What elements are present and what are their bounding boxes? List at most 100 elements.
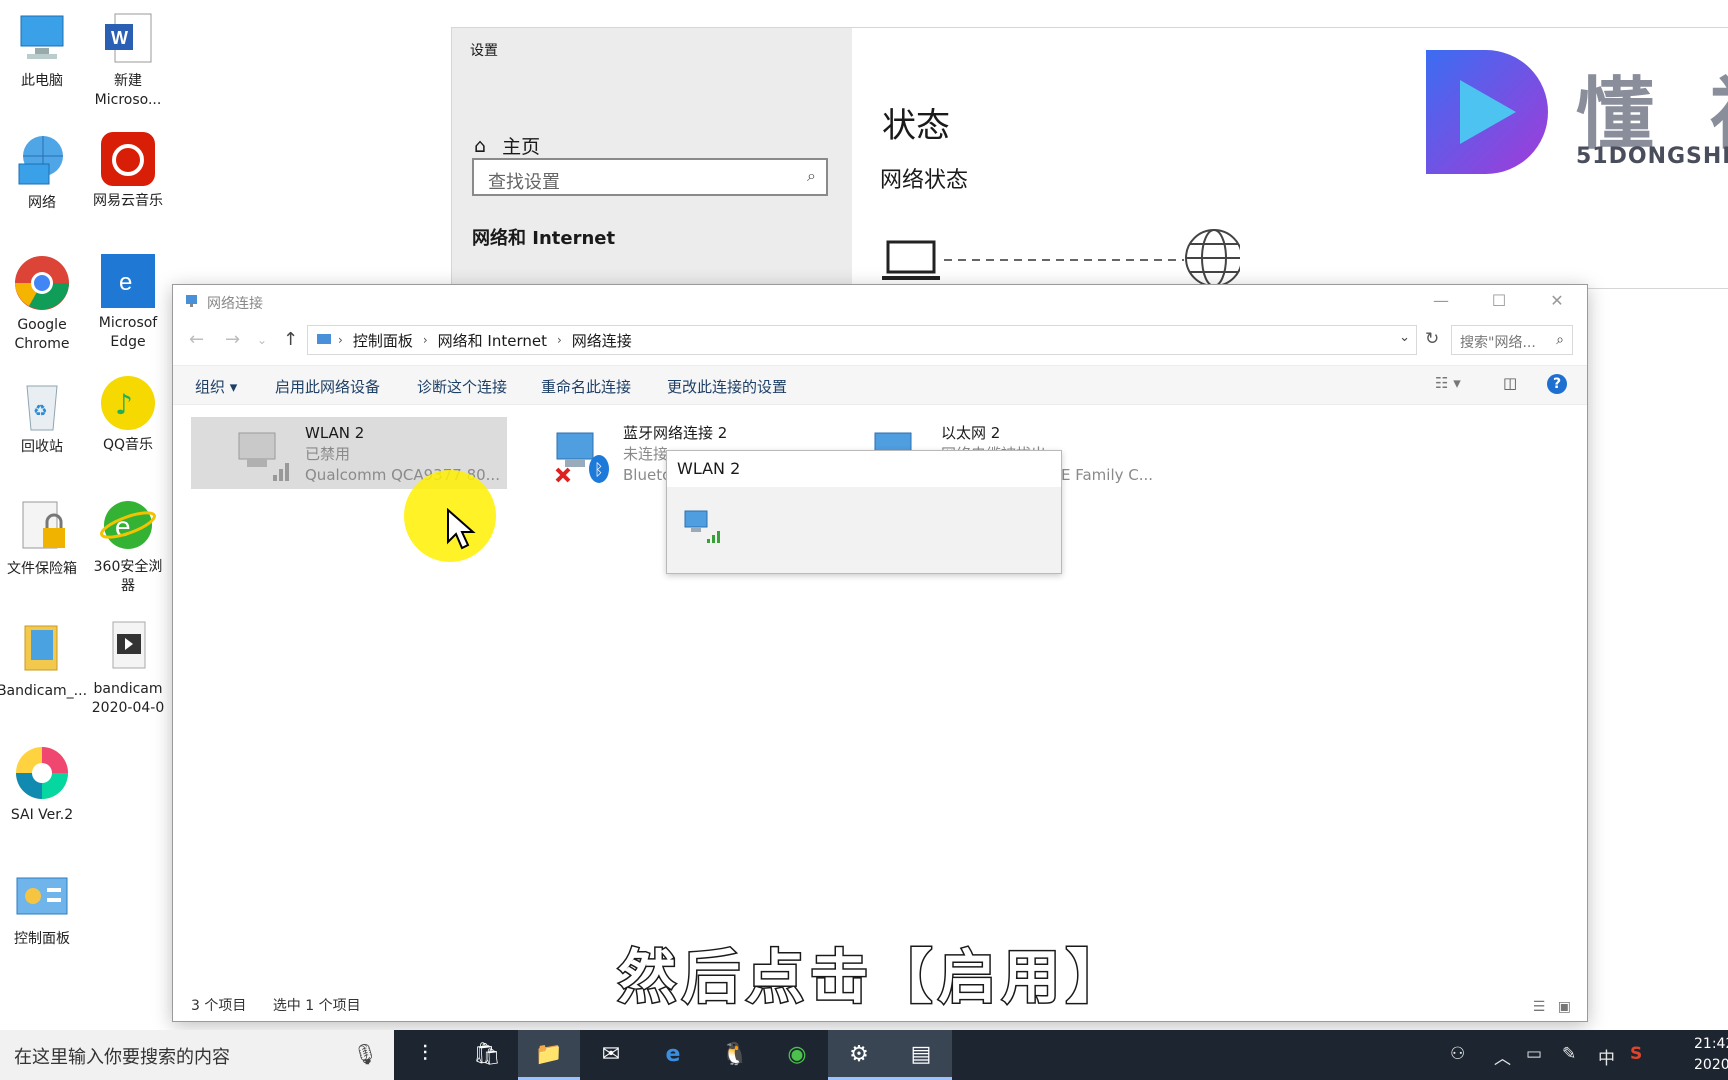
desktop-icon-netease-music[interactable]: 网易云音乐 — [80, 130, 176, 211]
settings-home-label: 主页 — [502, 136, 541, 158]
edge-taskbar-icon[interactable]: e — [642, 1030, 704, 1080]
close-button[interactable]: ✕ — [1543, 291, 1571, 313]
desktop-icon-label: bandicam 2020-04-0 — [91, 681, 165, 716]
connection-status: 已禁用 — [305, 445, 351, 463]
explorer-search-placeholder: 搜索"网络... — [1460, 335, 1536, 351]
play-logo-icon — [1426, 50, 1548, 174]
bluetooth-adapter-icon: ᛒ — [555, 432, 609, 483]
edge-icon: e — [99, 252, 157, 310]
control-panel-small-icon — [317, 334, 331, 344]
globe-icon — [1185, 229, 1240, 287]
settings-category-network[interactable]: 网络和 Internet — [472, 224, 615, 250]
recycle-bin-icon: ♻ — [13, 376, 71, 434]
refresh-icon[interactable]: ↻ — [1425, 329, 1439, 349]
store-icon[interactable]: 🛍 — [456, 1030, 518, 1080]
desktop-icon-word-doc[interactable]: W 新建 Microso... — [80, 10, 176, 110]
window-titlebar[interactable]: 网络连接 — ☐ ✕ — [173, 285, 1587, 319]
desktop-icon-label: QQ音乐 — [102, 437, 154, 453]
people-icon[interactable]: ⚇ — [1450, 1044, 1465, 1064]
svg-text:♪: ♪ — [115, 388, 133, 421]
item-count: 3 个项目 — [191, 998, 247, 1014]
taskbar-search-placeholder: 在这里输入你要搜索的内容 — [14, 1047, 230, 1068]
large-icons-view-icon[interactable]: ▣ — [1558, 999, 1571, 1015]
address-row: ← → ⌄ ↑ › 控制面板 › 网络和 Internet › 网络连接 ⌄ ↻… — [173, 323, 1587, 359]
qq-icon[interactable]: 🐧 — [704, 1030, 766, 1080]
netease-music-icon — [99, 130, 157, 188]
microphone-icon[interactable]: 🎙 — [353, 1042, 378, 1066]
ime-indicator[interactable]: 中 — [1598, 1044, 1615, 1069]
settings-home-link[interactable]: ⌂ 主页 — [474, 132, 540, 159]
details-view-icon[interactable]: ☰ — [1533, 999, 1546, 1015]
search-icon: ⌕ — [1556, 332, 1564, 348]
desktop-icon-recycle-bin[interactable]: ♻ 回收站 — [0, 376, 90, 457]
maximize-button[interactable]: ☐ — [1485, 291, 1513, 313]
network-status-diagram — [882, 229, 1240, 287]
help-icon[interactable]: ? — [1547, 374, 1567, 394]
computer-icon — [13, 10, 71, 68]
recent-dropdown-icon[interactable]: ⌄ — [257, 333, 267, 347]
back-arrow-icon[interactable]: ← — [189, 329, 204, 350]
address-bar[interactable]: › 控制面板 › 网络和 Internet › 网络连接 ⌄ — [307, 325, 1417, 355]
desktop-icon-control-panel[interactable]: 控制面板 — [0, 868, 90, 949]
battery-icon[interactable]: ▭ — [1526, 1044, 1542, 1064]
desktop-icon-edge[interactable]: e Microsof Edge — [80, 252, 176, 352]
mail-icon[interactable]: ✉ — [580, 1030, 642, 1080]
breadcrumb-network-connections[interactable]: 网络连接 — [572, 330, 632, 351]
file-vault-icon — [13, 498, 71, 556]
360-browser-icon: e — [99, 496, 157, 554]
svg-text:ᛒ: ᛒ — [594, 460, 604, 479]
organize-button[interactable]: 组织 ▾ — [195, 376, 237, 397]
forward-arrow-icon[interactable]: → — [225, 329, 240, 350]
explorer-search-input[interactable]: 搜索"网络... ⌕ — [1451, 325, 1573, 355]
settings-section-title: 网络状态 — [880, 168, 969, 193]
enable-device-button[interactable]: 启用此网络设备 — [275, 376, 380, 397]
desktop-icon-this-pc[interactable]: 此电脑 — [0, 10, 90, 91]
view-options-icon[interactable]: ☷ ▾ — [1435, 374, 1461, 392]
360-browser-taskbar-icon[interactable]: ◉ — [766, 1030, 828, 1080]
word-document-icon: W — [99, 10, 157, 68]
pen-icon[interactable]: ✎ — [1562, 1044, 1576, 1064]
mouse-pointer-icon — [447, 508, 476, 550]
system-clock[interactable]: 21:42 2020/4/ — [1694, 1034, 1728, 1076]
folder-icon — [13, 620, 71, 678]
chevron-up-icon[interactable]: ︿ — [1494, 1044, 1511, 1069]
sogou-input-icon[interactable]: S — [1630, 1044, 1642, 1064]
minimize-button[interactable]: — — [1427, 291, 1455, 313]
settings-search-placeholder: 查找设置 — [488, 172, 560, 193]
breadcrumb-control-panel[interactable]: 控制面板 — [353, 330, 413, 351]
color-wheel-icon — [13, 744, 71, 802]
network-connections-window[interactable]: 网络连接 — ☐ ✕ ← → ⌄ ↑ › 控制面板 › 网络和 Internet… — [172, 284, 1588, 1022]
settings-taskbar-icon[interactable]: ⚙ — [828, 1030, 890, 1080]
settings-search-input[interactable]: 查找设置 ⌕ — [472, 158, 828, 196]
svg-text:W: W — [111, 28, 128, 48]
chevron-right-icon: › — [556, 333, 562, 347]
desktop-icon-label: 回收站 — [21, 439, 63, 455]
clock-time: 21:42 — [1694, 1036, 1728, 1052]
diagnose-button[interactable]: 诊断这个连接 — [417, 376, 507, 397]
connection-name: 以太网 2 — [941, 424, 1001, 442]
desktop-icon-label: 此电脑 — [21, 73, 63, 89]
desktop-icon-network[interactable]: 网络 — [0, 132, 90, 213]
desktop-icon-file-vault[interactable]: 文件保险箱 — [0, 498, 90, 579]
task-view-icon[interactable]: ⫶ — [394, 1030, 456, 1080]
change-settings-button[interactable]: 更改此连接的设置 — [667, 376, 787, 397]
rename-button[interactable]: 重命名此连接 — [541, 376, 631, 397]
desktop-icon-label: SAI Ver.2 — [10, 807, 74, 823]
desktop-icon-bandicam-video[interactable]: bandicam 2020-04-0 — [80, 618, 176, 718]
desktop-icon-sai[interactable]: SAI Ver.2 — [0, 744, 90, 825]
chevron-down-icon[interactable]: ⌄ — [1399, 330, 1410, 345]
breadcrumb-network-internet[interactable]: 网络和 Internet — [438, 330, 547, 351]
desktop-icon-chrome[interactable]: Google Chrome — [0, 254, 90, 354]
command-bar: 组织 ▾ 启用此网络设备 诊断这个连接 重命名此连接 更改此连接的设置 ☷ ▾ … — [173, 365, 1587, 405]
taskbar-search-box[interactable]: 在这里输入你要搜索的内容 🎙 — [0, 1030, 394, 1080]
laptop-icon — [882, 240, 940, 280]
video-caption: 然后点击【启用】 — [616, 942, 1131, 1013]
preview-pane-icon[interactable]: ◫ — [1503, 374, 1517, 392]
desktop-icon-360-browser[interactable]: e 360安全浏 器 — [80, 496, 176, 596]
desktop-icon-bandicam-folder[interactable]: Bandicam_... — [0, 620, 90, 701]
control-panel-taskbar-icon[interactable]: ▤ — [890, 1030, 952, 1080]
up-arrow-icon[interactable]: ↑ — [283, 329, 298, 350]
desktop-icon-label: 360安全浏 器 — [93, 559, 163, 594]
file-explorer-taskbar-icon[interactable]: 📁 — [518, 1030, 580, 1080]
desktop-icon-qq-music[interactable]: ♪ QQ音乐 — [80, 374, 176, 455]
